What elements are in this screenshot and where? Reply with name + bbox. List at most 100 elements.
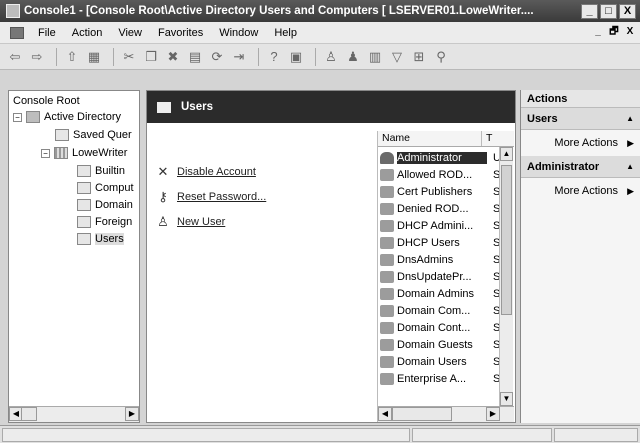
minimize-button[interactable]: _	[581, 3, 598, 19]
new-ou-icon[interactable]: ▥	[366, 48, 384, 66]
mdi-restore-button[interactable]: 🗗	[606, 25, 622, 39]
scroll-thumb[interactable]	[392, 407, 452, 421]
forward-icon[interactable]: ⇨	[28, 48, 46, 66]
list-row[interactable]: Domain Users S	[380, 353, 503, 370]
group-icon	[380, 287, 394, 300]
toolbar-separator	[56, 47, 57, 66]
disable-account-link[interactable]: Disable Account	[177, 166, 256, 178]
list-row[interactable]: Domain Admins S	[380, 285, 503, 302]
close-button[interactable]: X	[619, 3, 636, 19]
group-icon	[380, 321, 394, 334]
tree-item-users[interactable]: Users	[77, 231, 124, 247]
section-title: Administrator	[527, 161, 600, 173]
console-icon[interactable]	[10, 26, 24, 39]
reset-password-link[interactable]: Reset Password...	[177, 191, 266, 203]
tree-item-label: Domain	[95, 199, 133, 211]
list-row[interactable]: DHCP Users S	[380, 234, 503, 251]
row-name: Domain Com...	[397, 304, 471, 317]
disable-account-task[interactable]: ✕ Disable Account	[155, 159, 266, 184]
details-pane: Users ✕ Disable Account ⚷ Reset Password…	[146, 90, 516, 423]
submenu-arrow-icon: ▶	[627, 186, 634, 196]
collapse-icon[interactable]: ▲	[626, 156, 634, 178]
row-name: DnsUpdatePr...	[397, 270, 472, 283]
scroll-thumb[interactable]	[501, 165, 512, 315]
help-icon[interactable]: ?	[265, 48, 283, 66]
new-user-task[interactable]: ♙ New User	[155, 209, 266, 234]
menu-favorites[interactable]: Favorites	[150, 27, 211, 39]
more-actions-users[interactable]: More Actions ▶	[521, 130, 640, 156]
export-icon[interactable]: ⇥	[230, 48, 248, 66]
up-level-icon[interactable]: ⇧	[63, 48, 81, 66]
new-group-icon[interactable]: ♟	[344, 48, 362, 66]
find-users-icon[interactable]: ⚲	[432, 48, 450, 66]
show-hide-tree-icon[interactable]: ▦	[85, 48, 103, 66]
tree-item-domain[interactable]: − LoweWriter	[41, 145, 127, 161]
tree-item-label: Builtin	[95, 165, 125, 177]
menu-window[interactable]: Window	[211, 27, 266, 39]
reset-password-task[interactable]: ⚷ Reset Password...	[155, 184, 266, 209]
tree-item-domain-controllers[interactable]: Domain	[77, 197, 133, 213]
delete-icon[interactable]: ✖	[164, 48, 182, 66]
list-row[interactable]: DHCP Admini... S	[380, 217, 503, 234]
mmc-app-icon	[6, 4, 20, 18]
refresh-icon[interactable]: ⟳	[208, 48, 226, 66]
tree-item-console-root[interactable]: Console Root	[13, 93, 80, 109]
action-label: More Actions	[554, 137, 618, 149]
list-vertical-scrollbar[interactable]: ▲ ▼	[499, 147, 513, 406]
scroll-thumb[interactable]	[21, 407, 37, 421]
filter-icon[interactable]: ▽	[388, 48, 406, 66]
toolbar-separator	[315, 47, 316, 66]
show-action-pane-icon[interactable]: ▣	[287, 48, 305, 66]
copy-icon[interactable]: ❐	[142, 48, 160, 66]
list-horizontal-scrollbar[interactable]: ◀ ▶	[378, 406, 514, 422]
tree-item-saved-queries[interactable]: Saved Quer	[55, 127, 132, 143]
tree-horizontal-scrollbar[interactable]: ◀ ▶	[9, 406, 139, 422]
cut-icon[interactable]: ✂	[120, 48, 138, 66]
mdi-close-button[interactable]: X	[622, 25, 638, 39]
group-icon	[380, 253, 394, 266]
tree-item-builtin[interactable]: Builtin	[77, 163, 125, 179]
properties-icon[interactable]: ▤	[186, 48, 204, 66]
group-icon	[380, 236, 394, 249]
scroll-right-icon[interactable]: ▶	[125, 407, 139, 421]
row-name: Allowed ROD...	[397, 168, 473, 181]
collapse-icon[interactable]: −	[41, 148, 50, 158]
menu-help[interactable]: Help	[266, 27, 305, 39]
list-row[interactable]: Cert Publishers S	[380, 183, 503, 200]
menu-view[interactable]: View	[110, 27, 150, 39]
list-row[interactable]: Domain Guests S	[380, 336, 503, 353]
collapse-icon[interactable]: −	[13, 112, 22, 122]
scroll-down-icon[interactable]: ▼	[500, 392, 513, 406]
list-row[interactable]: DnsUpdatePr... S	[380, 268, 503, 285]
tree-item-foreign-security[interactable]: Foreign	[77, 214, 132, 230]
mdi-minimize-button[interactable]: _	[590, 25, 606, 39]
tree-item-active-directory[interactable]: − Active Directory	[13, 109, 121, 125]
more-actions-administrator[interactable]: More Actions ▶	[521, 178, 640, 204]
actions-section-administrator[interactable]: Administrator ▲	[521, 156, 640, 178]
group-icon	[380, 372, 394, 385]
new-user-link[interactable]: New User	[177, 216, 225, 228]
list-row[interactable]: Domain Com... S	[380, 302, 503, 319]
scroll-right-icon[interactable]: ▶	[486, 407, 500, 421]
list-row[interactable]: Enterprise A... S	[380, 370, 503, 387]
list-row[interactable]: Domain Cont... S	[380, 319, 503, 336]
menu-action[interactable]: Action	[64, 27, 111, 39]
scroll-up-icon[interactable]: ▲	[500, 147, 513, 161]
add-to-group-icon[interactable]: ⊞	[410, 48, 428, 66]
title-bar: Console1 - [Console Root\Active Director…	[0, 0, 640, 22]
maximize-button[interactable]: □	[600, 3, 617, 19]
collapse-icon[interactable]: ▲	[626, 108, 634, 130]
actions-section-users[interactable]: Users ▲	[521, 108, 640, 130]
column-header-type[interactable]: T	[482, 131, 500, 146]
column-header-name[interactable]: Name	[378, 131, 482, 146]
menu-file[interactable]: File	[30, 27, 64, 39]
list-row[interactable]: DnsAdmins S	[380, 251, 503, 268]
new-user-icon[interactable]: ♙	[322, 48, 340, 66]
toolbar-separator	[113, 47, 114, 66]
list-row[interactable]: Administrator U	[380, 149, 503, 166]
back-icon[interactable]: ⇦	[6, 48, 24, 66]
list-row[interactable]: Denied ROD... S	[380, 200, 503, 217]
scroll-left-icon[interactable]: ◀	[378, 407, 392, 421]
list-row[interactable]: Allowed ROD... S	[380, 166, 503, 183]
tree-item-computers[interactable]: Comput	[77, 180, 134, 196]
